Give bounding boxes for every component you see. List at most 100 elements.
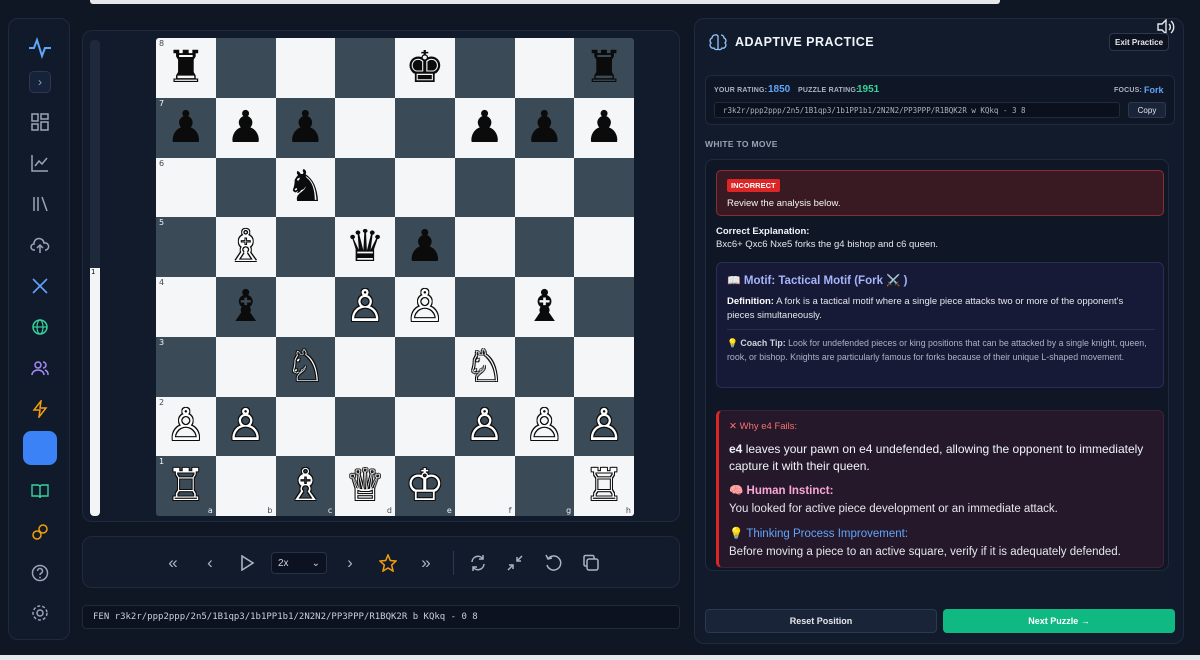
square-b8[interactable] (215, 38, 276, 98)
undo-icon[interactable] (541, 551, 565, 575)
square-e1[interactable]: ♔ e (395, 456, 455, 516)
square-d3[interactable] (335, 336, 395, 397)
gear-icon[interactable] (23, 596, 57, 630)
square-c5[interactable] (275, 217, 336, 277)
square-c1[interactable]: ♗ c (275, 456, 336, 516)
chess-piece[interactable]: ♛ (345, 225, 384, 269)
previous-move-icon[interactable]: ‹ (198, 551, 222, 575)
square-c6[interactable]: ♞ (275, 157, 336, 218)
chess-board[interactable]: ♜ 8 ♚ ♜ ♟ 7 ♟ ♟ ♟ ♟ ♟ 6 ♞ 5 ♗ ♛ ♟ 4 ♝ ♙ ♙ ♝ 3 ♘ ♘ ♙ 2 ♙ ♙ ♙ ♙ ♖ 1 a b ♗ c ♕ d ♔… (156, 38, 634, 516)
speed-select[interactable]: 2x ⌄ (271, 552, 327, 574)
chess-piece[interactable]: ♙ (166, 404, 205, 448)
square-a1[interactable]: ♖ 1 a (156, 456, 216, 516)
square-d7[interactable] (335, 97, 395, 158)
chess-piece[interactable]: ♚ (405, 45, 444, 90)
chess-piece[interactable]: ♗ (286, 464, 325, 508)
chess-piece[interactable]: ♟ (166, 105, 205, 150)
chess-piece[interactable]: ♙ (584, 404, 623, 448)
chart-icon[interactable] (23, 146, 57, 180)
square-f3[interactable]: ♘ (454, 336, 515, 397)
chess-piece[interactable]: ♘ (465, 344, 504, 389)
swords-icon[interactable] (23, 269, 57, 303)
square-f1[interactable]: f (454, 456, 515, 516)
square-f7[interactable]: ♟ (454, 97, 515, 158)
square-b2[interactable]: ♙ (215, 396, 276, 457)
square-g5[interactable] (514, 217, 575, 277)
lightning-icon[interactable] (23, 392, 57, 426)
square-d1[interactable]: ♕ d (335, 456, 395, 516)
square-h7[interactable]: ♟ (574, 97, 634, 158)
cloud-upload-icon[interactable] (23, 228, 57, 262)
square-a7[interactable]: ♟ 7 (156, 97, 216, 158)
play-icon[interactable] (235, 551, 259, 575)
chess-piece[interactable]: ♗ (226, 225, 265, 269)
square-f2[interactable]: ♙ (454, 396, 515, 457)
square-e3[interactable] (395, 336, 455, 397)
square-g3[interactable] (514, 336, 575, 397)
first-move-icon[interactable]: « (161, 551, 185, 575)
chess-piece[interactable]: ♝ (226, 284, 265, 329)
square-c3[interactable]: ♘ (275, 336, 336, 397)
square-e2[interactable] (395, 396, 455, 457)
square-e7[interactable] (395, 97, 455, 158)
square-h2[interactable]: ♙ (574, 396, 634, 457)
square-h8[interactable]: ♜ (574, 38, 634, 98)
chess-piece[interactable]: ♔ (405, 464, 444, 508)
square-h3[interactable] (574, 336, 634, 397)
chess-piece[interactable]: ♟ (584, 105, 623, 150)
square-c8[interactable] (275, 38, 336, 98)
square-e8[interactable]: ♚ (395, 38, 455, 98)
square-d4[interactable]: ♙ (335, 277, 395, 337)
chess-piece[interactable]: ♜ (166, 45, 205, 90)
square-f6[interactable] (454, 157, 515, 218)
chess-piece[interactable]: ♞ (286, 165, 325, 209)
square-g8[interactable] (514, 38, 575, 98)
square-b1[interactable]: b (215, 456, 276, 516)
square-f8[interactable] (454, 38, 515, 98)
chess-piece[interactable]: ♟ (525, 105, 564, 150)
square-b6[interactable] (215, 157, 276, 218)
square-e5[interactable]: ♟ (395, 217, 455, 277)
flip-board-icon[interactable] (466, 551, 490, 575)
square-a8[interactable]: ♜ 8 (156, 38, 216, 98)
square-a3[interactable]: 3 (156, 336, 216, 397)
chess-piece[interactable]: ♟ (405, 225, 444, 269)
activity-logo-icon[interactable] (23, 31, 57, 65)
square-c2[interactable] (275, 396, 336, 457)
square-g7[interactable]: ♟ (514, 97, 575, 158)
chess-piece[interactable]: ♘ (286, 344, 325, 389)
square-b4[interactable]: ♝ (215, 277, 276, 337)
square-d5[interactable]: ♛ (335, 217, 395, 277)
globe-icon[interactable] (23, 310, 57, 344)
chess-piece[interactable]: ♙ (465, 404, 504, 448)
square-f5[interactable] (454, 217, 515, 277)
chess-piece[interactable]: ♟ (465, 105, 504, 150)
square-g6[interactable] (514, 157, 575, 218)
copy-icon[interactable] (579, 551, 603, 575)
square-a2[interactable]: ♙ 2 (156, 396, 216, 457)
square-h6[interactable] (574, 157, 634, 218)
square-h5[interactable] (574, 217, 634, 277)
chess-piece[interactable]: ♟ (226, 105, 265, 150)
expand-sidebar-button[interactable]: › (29, 71, 51, 93)
chess-piece[interactable]: ♙ (345, 284, 384, 329)
chess-piece[interactable]: ♝ (525, 284, 564, 329)
chess-piece[interactable]: ♕ (345, 464, 384, 508)
square-h1[interactable]: ♖ h (574, 456, 634, 516)
chess-piece[interactable]: ♟ (286, 105, 325, 150)
dashboard-icon[interactable] (23, 105, 57, 139)
book-icon[interactable] (23, 474, 57, 508)
help-icon[interactable] (23, 556, 57, 590)
chess-piece[interactable]: ♙ (525, 404, 564, 448)
exit-practice-button[interactable]: Exit Practice (1109, 33, 1169, 51)
link-icon[interactable] (23, 515, 57, 549)
next-move-icon[interactable]: › (338, 551, 362, 575)
square-g1[interactable]: g (514, 456, 575, 516)
star-icon[interactable] (376, 551, 400, 575)
square-a6[interactable]: 6 (156, 157, 216, 218)
square-a4[interactable]: 4 (156, 277, 216, 337)
chess-piece[interactable]: ♜ (584, 45, 623, 90)
square-g4[interactable]: ♝ (514, 277, 575, 337)
square-b7[interactable]: ♟ (215, 97, 276, 158)
square-b5[interactable]: ♗ (215, 217, 276, 277)
